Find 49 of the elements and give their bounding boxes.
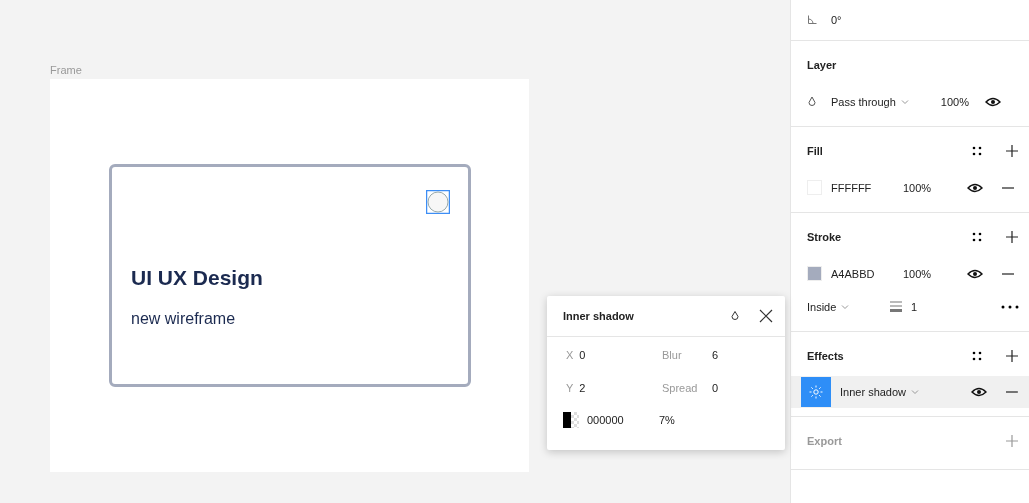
eye-icon[interactable] — [967, 268, 983, 279]
plus-icon[interactable] — [1005, 230, 1019, 244]
frame-label: Frame — [50, 64, 83, 78]
section-title: Stroke — [807, 231, 843, 243]
field-value[interactable]: 2 — [579, 382, 586, 394]
popup-title: Inner shadow — [563, 310, 635, 322]
blend-mode-dropdown[interactable]: Pass through — [831, 95, 941, 108]
fill-hex[interactable]: FFFFFF — [831, 181, 903, 194]
grid-dots-icon[interactable] — [971, 145, 983, 157]
field-label: Y — [566, 382, 574, 394]
grid-dots-icon[interactable] — [971, 231, 983, 243]
stroke-weight-icon — [889, 300, 903, 313]
selected-circle-icon[interactable] — [426, 190, 450, 214]
field-value[interactable]: 6 — [712, 349, 719, 361]
stroke-weight[interactable]: 1 — [911, 300, 1001, 313]
eye-icon[interactable] — [967, 182, 983, 193]
stroke-position-dropdown[interactable]: Inside — [807, 300, 889, 313]
more-icon[interactable] — [1001, 304, 1019, 309]
section-title: Fill — [807, 145, 824, 157]
effect-row[interactable]: Inner shadow — [791, 376, 1029, 408]
field-value[interactable]: 0 — [579, 349, 586, 361]
card-title: UI UX Design — [131, 266, 264, 290]
field-value[interactable]: 0 — [712, 382, 719, 394]
color-hex[interactable]: 000000 — [587, 414, 659, 426]
stroke-hex[interactable]: A4ABBD — [831, 267, 903, 280]
stroke-opacity[interactable]: 100% — [903, 267, 967, 280]
color-swatch[interactable] — [563, 412, 579, 428]
effect-type-dropdown[interactable]: Inner shadow — [840, 386, 971, 398]
close-icon[interactable] — [759, 309, 773, 323]
eye-icon[interactable] — [985, 96, 1001, 107]
eye-icon[interactable] — [971, 387, 987, 397]
opacity-value[interactable]: 100% — [940, 95, 969, 108]
drop-icon[interactable] — [729, 310, 741, 322]
drop-icon — [807, 95, 817, 108]
angle-icon — [807, 15, 817, 25]
section-title: Effects — [807, 350, 845, 362]
section-title: Layer — [807, 59, 838, 71]
section-title: Export — [807, 435, 843, 447]
plus-icon[interactable] — [1005, 349, 1019, 363]
stroke-swatch[interactable] — [807, 266, 822, 281]
color-opacity[interactable]: 7% — [659, 414, 675, 426]
rotation-value[interactable]: 0° — [831, 14, 842, 26]
field-label: Spread — [662, 382, 699, 394]
field-label: Blur — [662, 349, 683, 361]
fill-opacity[interactable]: 100% — [903, 181, 967, 194]
field-label: X — [566, 349, 574, 361]
plus-icon[interactable] — [1005, 144, 1019, 158]
grid-dots-icon[interactable] — [971, 350, 983, 362]
card-subtitle: new wireframe — [131, 310, 237, 328]
